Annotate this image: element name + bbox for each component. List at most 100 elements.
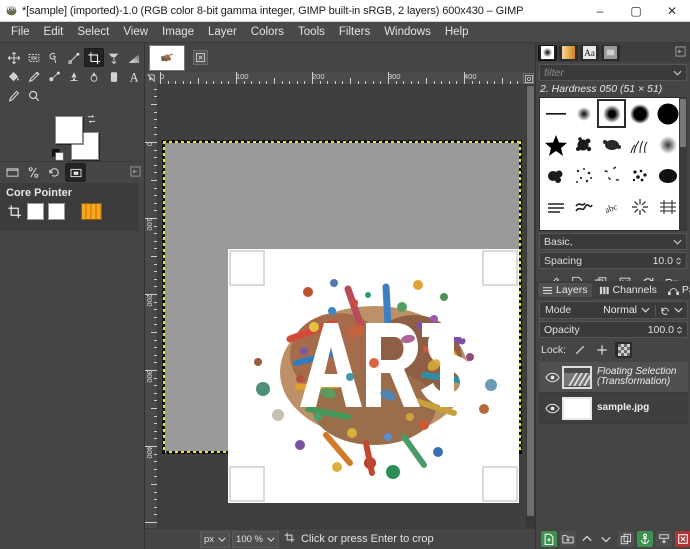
layer-thumbnail[interactable] <box>562 396 592 420</box>
channels-tab[interactable]: Channels <box>595 283 661 297</box>
brush-cell-texture[interactable] <box>654 193 681 220</box>
merge-down-button[interactable] <box>655 530 672 547</box>
image-page[interactable] <box>162 140 522 503</box>
pencil-tool[interactable] <box>24 67 44 86</box>
swap-colors-icon[interactable] <box>86 114 97 128</box>
brush-filter-input[interactable]: filter <box>539 64 687 81</box>
undo-history-icon[interactable] <box>44 163 65 182</box>
gradients-tab[interactable] <box>559 44 578 61</box>
layer-row-sample-jpg[interactable]: sample.jpg <box>539 393 688 424</box>
gradient-tool[interactable] <box>124 48 144 67</box>
spinner-icon[interactable] <box>676 325 683 335</box>
menu-filters[interactable]: Filters <box>332 23 377 42</box>
brush-cell-sparks[interactable] <box>570 162 597 189</box>
brush-cell-soft-blur[interactable] <box>654 131 681 158</box>
foreground-color-swatch[interactable] <box>55 116 83 144</box>
brush-scrollbar-thumb[interactable] <box>680 99 686 147</box>
sample-image-tab[interactable] <box>149 44 185 71</box>
layer-mode-row[interactable]: Mode Normal <box>539 301 688 319</box>
zoom-selector[interactable]: 100 % <box>232 530 279 548</box>
lock-position-button[interactable] <box>593 342 610 358</box>
brush-spacing-row[interactable]: Spacing 10.0 <box>539 252 687 269</box>
image-canvas[interactable] <box>158 85 526 530</box>
brush-tag-filter[interactable]: Basic, <box>539 233 687 250</box>
menu-help[interactable]: Help <box>438 23 476 42</box>
unit-selector[interactable]: px <box>200 530 231 548</box>
text-tool[interactable]: A <box>124 67 144 86</box>
brush-cell-hardness-100[interactable] <box>654 100 681 127</box>
chevron-down-icon[interactable] <box>674 307 683 313</box>
chevron-down-icon[interactable] <box>641 304 655 316</box>
delete-layer-button[interactable] <box>674 530 690 547</box>
brush-cell-burst[interactable] <box>626 193 653 220</box>
crop-tool[interactable] <box>84 48 104 67</box>
vertical-scrollbar-thumb[interactable] <box>527 86 534 516</box>
close-button[interactable]: ✕ <box>654 0 690 22</box>
ink-tool[interactable] <box>4 86 24 105</box>
brush-cell-hardness-050[interactable] <box>597 99 626 128</box>
close-image-tab-icon[interactable] <box>193 50 208 65</box>
free-select-tool[interactable] <box>44 48 64 67</box>
brush-cell-confetti[interactable] <box>598 162 625 189</box>
brush-cell-dark-blob[interactable] <box>654 162 681 189</box>
new-layer-group-button[interactable] <box>560 530 577 547</box>
unified-transform-tool[interactable] <box>104 48 124 67</box>
brushes-tab[interactable] <box>538 44 557 61</box>
rectangle-select-tool[interactable] <box>24 48 44 67</box>
spinner-icon[interactable] <box>675 256 682 266</box>
layer-visibility-icon[interactable] <box>542 403 562 414</box>
brush-cell-noise[interactable] <box>626 162 653 189</box>
brush-cell-hatch[interactable] <box>542 193 569 220</box>
zoom-tool[interactable] <box>24 86 44 105</box>
device-background-swatch[interactable] <box>48 203 65 220</box>
paths-tool[interactable] <box>64 48 84 67</box>
zoom-image-button[interactable] <box>523 73 534 84</box>
heal-tool[interactable] <box>104 67 124 86</box>
clone-tool[interactable] <box>44 67 64 86</box>
brush-grid-scrollbar[interactable] <box>679 97 687 231</box>
configure-tab-icon[interactable] <box>130 165 141 180</box>
anchor-layer-button[interactable] <box>636 530 653 547</box>
layer-mode-extras[interactable] <box>655 304 687 316</box>
vertical-ruler[interactable]: 0 100 200 300 400 <box>145 85 158 530</box>
layer-visibility-icon[interactable] <box>542 372 562 383</box>
patterns-tab[interactable] <box>601 44 620 61</box>
horizontal-ruler[interactable]: 0 100 200 300 400 <box>158 72 526 85</box>
menu-file[interactable]: File <box>4 23 37 42</box>
layers-tab[interactable]: Layers <box>538 283 592 297</box>
brush-grid[interactable]: abc <box>539 97 687 231</box>
dock-menu-icon[interactable] <box>675 45 686 60</box>
lock-pixels-button[interactable] <box>571 342 588 358</box>
smudge-tool[interactable] <box>64 67 84 86</box>
brush-cell-hardness-075[interactable] <box>626 100 653 127</box>
layer-opacity-row[interactable]: Opacity 100.0 <box>539 321 688 338</box>
brush-cell-splat-1[interactable] <box>570 131 597 158</box>
move-tool[interactable] <box>4 48 24 67</box>
revert-icon[interactable] <box>660 305 671 316</box>
bucket-fill-tool[interactable] <box>4 67 24 86</box>
brush-cell-clouds[interactable] <box>542 162 569 189</box>
menu-select[interactable]: Select <box>70 23 116 42</box>
error-console-icon[interactable] <box>23 163 44 182</box>
menu-edit[interactable]: Edit <box>37 23 71 42</box>
menu-layer[interactable]: Layer <box>201 23 244 42</box>
brush-cell-soft-small[interactable] <box>570 100 597 127</box>
raise-layer-button[interactable] <box>579 531 595 547</box>
images-icon[interactable] <box>65 163 86 182</box>
layer-row-floating-selection[interactable]: Floating Selection (Transformation) <box>539 362 688 393</box>
canvas-vertical-scrollbar[interactable] <box>526 85 535 530</box>
brush-cell-scribble[interactable] <box>570 193 597 220</box>
ruler-origin-button[interactable] <box>145 72 158 85</box>
new-layer-button[interactable] <box>541 530 558 547</box>
menu-tools[interactable]: Tools <box>291 23 332 42</box>
minimize-button[interactable]: – <box>582 0 618 22</box>
device-brush-swatch[interactable] <box>81 203 102 220</box>
lock-alpha-button[interactable] <box>615 342 633 358</box>
device-foreground-swatch[interactable] <box>27 203 44 220</box>
device-tool-icon[interactable] <box>6 203 23 220</box>
fonts-tab[interactable]: Aa <box>580 44 599 61</box>
brush-cell-line[interactable] <box>542 100 569 127</box>
floating-selection-layer[interactable] <box>228 249 519 503</box>
layer-thumbnail[interactable] <box>562 365 592 389</box>
brush-cell-star[interactable] <box>542 131 569 158</box>
